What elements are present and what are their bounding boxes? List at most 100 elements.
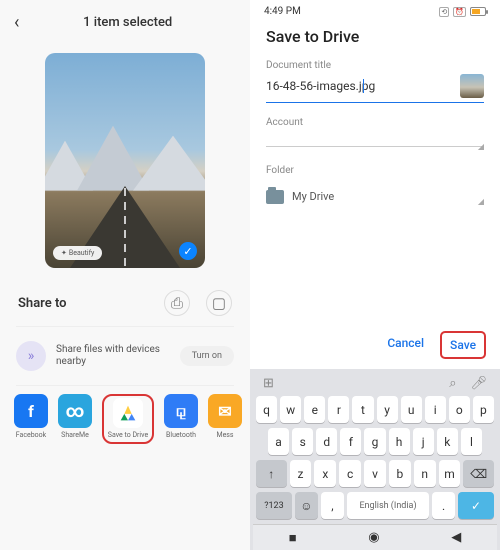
save-to-drive-screen: 4:49 PM ⟲ ⏰ Save to Drive Document title… bbox=[250, 0, 500, 550]
key-f[interactable]: f bbox=[340, 428, 361, 455]
rotate-icon: ⟲ bbox=[439, 7, 449, 17]
key-z[interactable]: z bbox=[290, 460, 312, 487]
key-u[interactable]: u bbox=[401, 396, 422, 423]
nav-recent-icon[interactable]: ■ bbox=[289, 530, 297, 546]
android-navbar: ■ ◉ ◀ bbox=[253, 524, 497, 550]
nearby-share-row: » Share files with devices nearby Turn o… bbox=[0, 327, 250, 385]
app-label: ShareMe bbox=[61, 432, 89, 440]
key-o[interactable]: o bbox=[449, 396, 470, 423]
photo-content bbox=[45, 126, 205, 191]
key-symbols[interactable]: ?123 bbox=[256, 492, 292, 519]
print-icon[interactable]: ⎙ bbox=[164, 290, 190, 316]
doc-title-value: 16-48-56-images.jpg bbox=[266, 79, 375, 93]
app-label: Facebook bbox=[16, 432, 46, 440]
key-n[interactable]: n bbox=[414, 460, 436, 487]
facebook-icon: f bbox=[14, 394, 48, 428]
key-comma[interactable]: , bbox=[321, 492, 344, 519]
image-preview-area: ✦ Beautify ✓ bbox=[0, 45, 250, 276]
key-r[interactable]: r bbox=[328, 396, 349, 423]
keyboard: ⊞ ⌕ 🎤︎ q w e r t y u i o p a s d f g h j bbox=[250, 369, 500, 550]
share-app-drive[interactable]: Save to Drive bbox=[106, 398, 150, 440]
messenger-icon: ✉ bbox=[208, 394, 242, 428]
account-field[interactable]: Account ◢ bbox=[250, 117, 500, 165]
keyboard-mic-icon[interactable]: 🎤︎ bbox=[470, 376, 487, 391]
key-c[interactable]: c bbox=[339, 460, 361, 487]
key-emoji[interactable]: ☺ bbox=[295, 492, 318, 519]
nav-home-icon[interactable]: ◉ bbox=[368, 530, 379, 545]
key-m[interactable]: m bbox=[439, 460, 461, 487]
key-j[interactable]: j bbox=[413, 428, 434, 455]
key-h[interactable]: h bbox=[389, 428, 410, 455]
keyboard-search-icon[interactable]: ⌕ bbox=[449, 376, 456, 391]
beautify-chip[interactable]: ✦ Beautify bbox=[53, 246, 102, 260]
folder-icon bbox=[266, 190, 284, 204]
doc-title-input[interactable]: 16-48-56-images.jpg bbox=[266, 79, 452, 94]
key-d[interactable]: d bbox=[316, 428, 337, 455]
key-s[interactable]: s bbox=[292, 428, 313, 455]
cast-icon[interactable]: ▢ bbox=[206, 290, 232, 316]
share-app-shareme[interactable]: ∞ ShareMe bbox=[58, 394, 92, 444]
key-i[interactable]: i bbox=[425, 396, 446, 423]
key-p[interactable]: p bbox=[473, 396, 494, 423]
key-w[interactable]: w bbox=[280, 396, 301, 423]
key-k[interactable]: k bbox=[437, 428, 458, 455]
text-cursor bbox=[363, 79, 364, 93]
selection-check-icon[interactable]: ✓ bbox=[179, 242, 197, 260]
nearby-icon: » bbox=[16, 341, 46, 371]
selected-photo[interactable]: ✦ Beautify ✓ bbox=[45, 53, 205, 268]
selection-title: 1 item selected bbox=[19, 15, 236, 30]
key-x[interactable]: x bbox=[314, 460, 336, 487]
keyboard-row-4: ?123 ☺ , English (India) . ✓ bbox=[253, 492, 497, 519]
save-button[interactable]: Save bbox=[440, 331, 486, 359]
key-shift[interactable]: ↑ bbox=[256, 460, 287, 487]
folder-label: Folder bbox=[266, 165, 484, 176]
share-app-drive-highlighted: Save to Drive bbox=[102, 394, 154, 444]
share-app-facebook[interactable]: f Facebook bbox=[14, 394, 48, 444]
battery-icon bbox=[470, 7, 486, 16]
folder-field[interactable]: Folder My Drive ◢ bbox=[250, 165, 500, 220]
keyboard-row-3: ↑ z x c v b n m ⌫ bbox=[253, 460, 497, 487]
beautify-label: Beautify bbox=[69, 249, 94, 257]
left-header: ‹ 1 item selected bbox=[0, 0, 250, 45]
doc-title-label: Document title bbox=[266, 60, 484, 71]
key-l[interactable]: l bbox=[461, 428, 482, 455]
key-space[interactable]: English (India) bbox=[347, 492, 429, 519]
keyboard-row-2: a s d f g h j k l bbox=[253, 428, 497, 455]
alarm-icon: ⏰ bbox=[453, 7, 466, 17]
key-v[interactable]: v bbox=[364, 460, 386, 487]
key-t[interactable]: t bbox=[352, 396, 373, 423]
key-e[interactable]: e bbox=[304, 396, 325, 423]
share-app-messenger[interactable]: ✉ Mess bbox=[208, 394, 242, 444]
key-b[interactable]: b bbox=[389, 460, 411, 487]
drive-icon bbox=[113, 398, 143, 428]
key-g[interactable]: g bbox=[364, 428, 385, 455]
shareme-icon: ∞ bbox=[58, 394, 92, 428]
doc-thumbnail bbox=[460, 74, 484, 98]
status-bar: 4:49 PM ⟲ ⏰ bbox=[250, 0, 500, 19]
key-a[interactable]: a bbox=[268, 428, 289, 455]
document-title-field: Document title 16-48-56-images.jpg bbox=[250, 60, 500, 117]
nav-back-icon[interactable]: ◀ bbox=[451, 530, 461, 545]
key-enter[interactable]: ✓ bbox=[458, 492, 494, 519]
app-label: Mess bbox=[216, 432, 233, 440]
keyboard-toolbar: ⊞ ⌕ 🎤︎ bbox=[253, 374, 497, 396]
share-app-row: f Facebook ∞ ShareMe Save to Drive ⚼ Blu… bbox=[0, 386, 250, 456]
cancel-button[interactable]: Cancel bbox=[379, 331, 432, 359]
key-period[interactable]: . bbox=[432, 492, 455, 519]
share-to-label: Share to bbox=[18, 296, 67, 311]
key-y[interactable]: y bbox=[377, 396, 398, 423]
dropdown-icon: ◢ bbox=[478, 142, 484, 151]
folder-value: My Drive bbox=[292, 190, 334, 203]
share-app-bluetooth[interactable]: ⚼ Bluetooth bbox=[164, 394, 198, 444]
status-icons: ⟲ ⏰ bbox=[439, 7, 486, 17]
dropdown-icon: ◢ bbox=[478, 197, 484, 206]
bluetooth-icon: ⚼ bbox=[164, 394, 198, 428]
app-label: Bluetooth bbox=[166, 432, 196, 440]
turn-on-button[interactable]: Turn on bbox=[180, 346, 234, 366]
sparkle-icon: ✦ bbox=[61, 249, 67, 257]
key-backspace[interactable]: ⌫ bbox=[463, 460, 494, 487]
page-title: Save to Drive bbox=[250, 19, 500, 60]
key-q[interactable]: q bbox=[256, 396, 277, 423]
keyboard-apps-icon[interactable]: ⊞ bbox=[263, 376, 274, 391]
share-header-row: Share to ⎙ ▢ bbox=[0, 276, 250, 326]
